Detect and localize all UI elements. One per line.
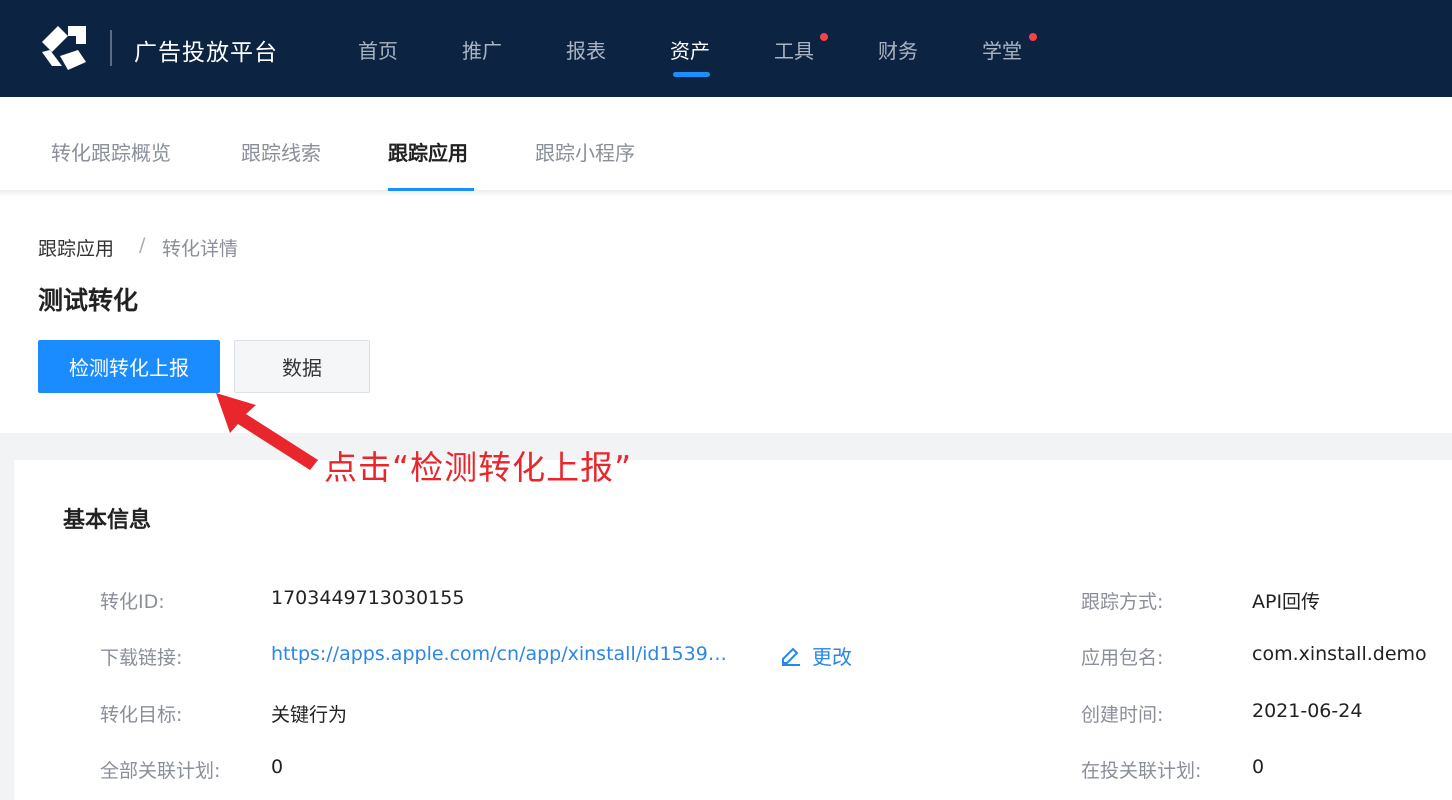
- package-name-label: 应用包名:: [1081, 647, 1164, 669]
- logo-icon[interactable]: [38, 22, 90, 74]
- tab-track-apps[interactable]: 跟踪应用: [388, 137, 468, 166]
- download-link-value[interactable]: https://apps.apple.com/cn/app/xinstall/i…: [271, 643, 741, 665]
- academy-notification-dot: [1029, 33, 1037, 41]
- breadcrumb-separator: /: [139, 234, 146, 256]
- sub-tabs: 转化跟踪概览 跟踪线索 跟踪应用 跟踪小程序: [0, 97, 1452, 191]
- download-link-label: 下载链接:: [100, 647, 183, 669]
- tracking-method-value: API回传: [1252, 591, 1321, 613]
- breadcrumb-parent[interactable]: 跟踪应用: [38, 234, 114, 261]
- all-linked-plans-value: 0: [271, 756, 284, 778]
- data-button[interactable]: 数据: [234, 340, 370, 393]
- edit-link-button[interactable]: 更改: [780, 641, 852, 669]
- nav-finance[interactable]: 财务: [878, 35, 918, 64]
- nav-promotion[interactable]: 推广: [462, 35, 502, 64]
- all-linked-plans-label: 全部关联计划:: [100, 760, 221, 782]
- package-name-value: com.xinstall.demo: [1252, 643, 1427, 665]
- check-conversion-report-button[interactable]: 检测转化上报: [38, 340, 220, 393]
- conversion-goal-label: 转化目标:: [100, 704, 183, 726]
- tab-track-miniprogram[interactable]: 跟踪小程序: [535, 137, 635, 166]
- card-title: 基本信息: [63, 508, 152, 533]
- created-time-label: 创建时间:: [1081, 704, 1164, 726]
- active-linked-plans-value: 0: [1252, 756, 1265, 778]
- edit-link-label: 更改: [812, 644, 852, 669]
- nav-reports[interactable]: 报表: [566, 35, 606, 64]
- brand-title: 广告投放平台: [134, 40, 278, 66]
- conversion-id-value: 1703449713030155: [271, 587, 465, 609]
- nav-tools[interactable]: 工具: [774, 35, 814, 64]
- conversion-goal-value: 关键行为: [271, 704, 348, 726]
- basic-info-card: [14, 460, 1452, 800]
- nav-academy[interactable]: 学堂: [982, 35, 1022, 64]
- top-nav: 广告投放平台 首页 推广 报表 资产 工具 财务 学堂: [0, 0, 1452, 97]
- page-title: 测试转化: [38, 286, 139, 315]
- tracking-method-label: 跟踪方式:: [1081, 591, 1164, 613]
- pencil-icon: [782, 647, 800, 666]
- conversion-id-label: 转化ID:: [100, 591, 165, 613]
- nav-home[interactable]: 首页: [358, 35, 398, 64]
- nav-active-indicator: [673, 72, 710, 77]
- tools-notification-dot: [820, 33, 828, 41]
- breadcrumb-current: 转化详情: [162, 238, 239, 260]
- nav-assets[interactable]: 资产: [670, 35, 710, 64]
- active-linked-plans-label: 在投关联计划:: [1081, 760, 1202, 782]
- tab-track-leads[interactable]: 跟踪线索: [241, 137, 321, 166]
- tab-conversion-overview[interactable]: 转化跟踪概览: [51, 137, 171, 166]
- annotation-text: 点击“检测转化上报”: [324, 448, 633, 487]
- logo-divider: [110, 30, 112, 66]
- created-time-value: 2021-06-24: [1252, 700, 1363, 722]
- subtab-shadow: [0, 191, 1452, 197]
